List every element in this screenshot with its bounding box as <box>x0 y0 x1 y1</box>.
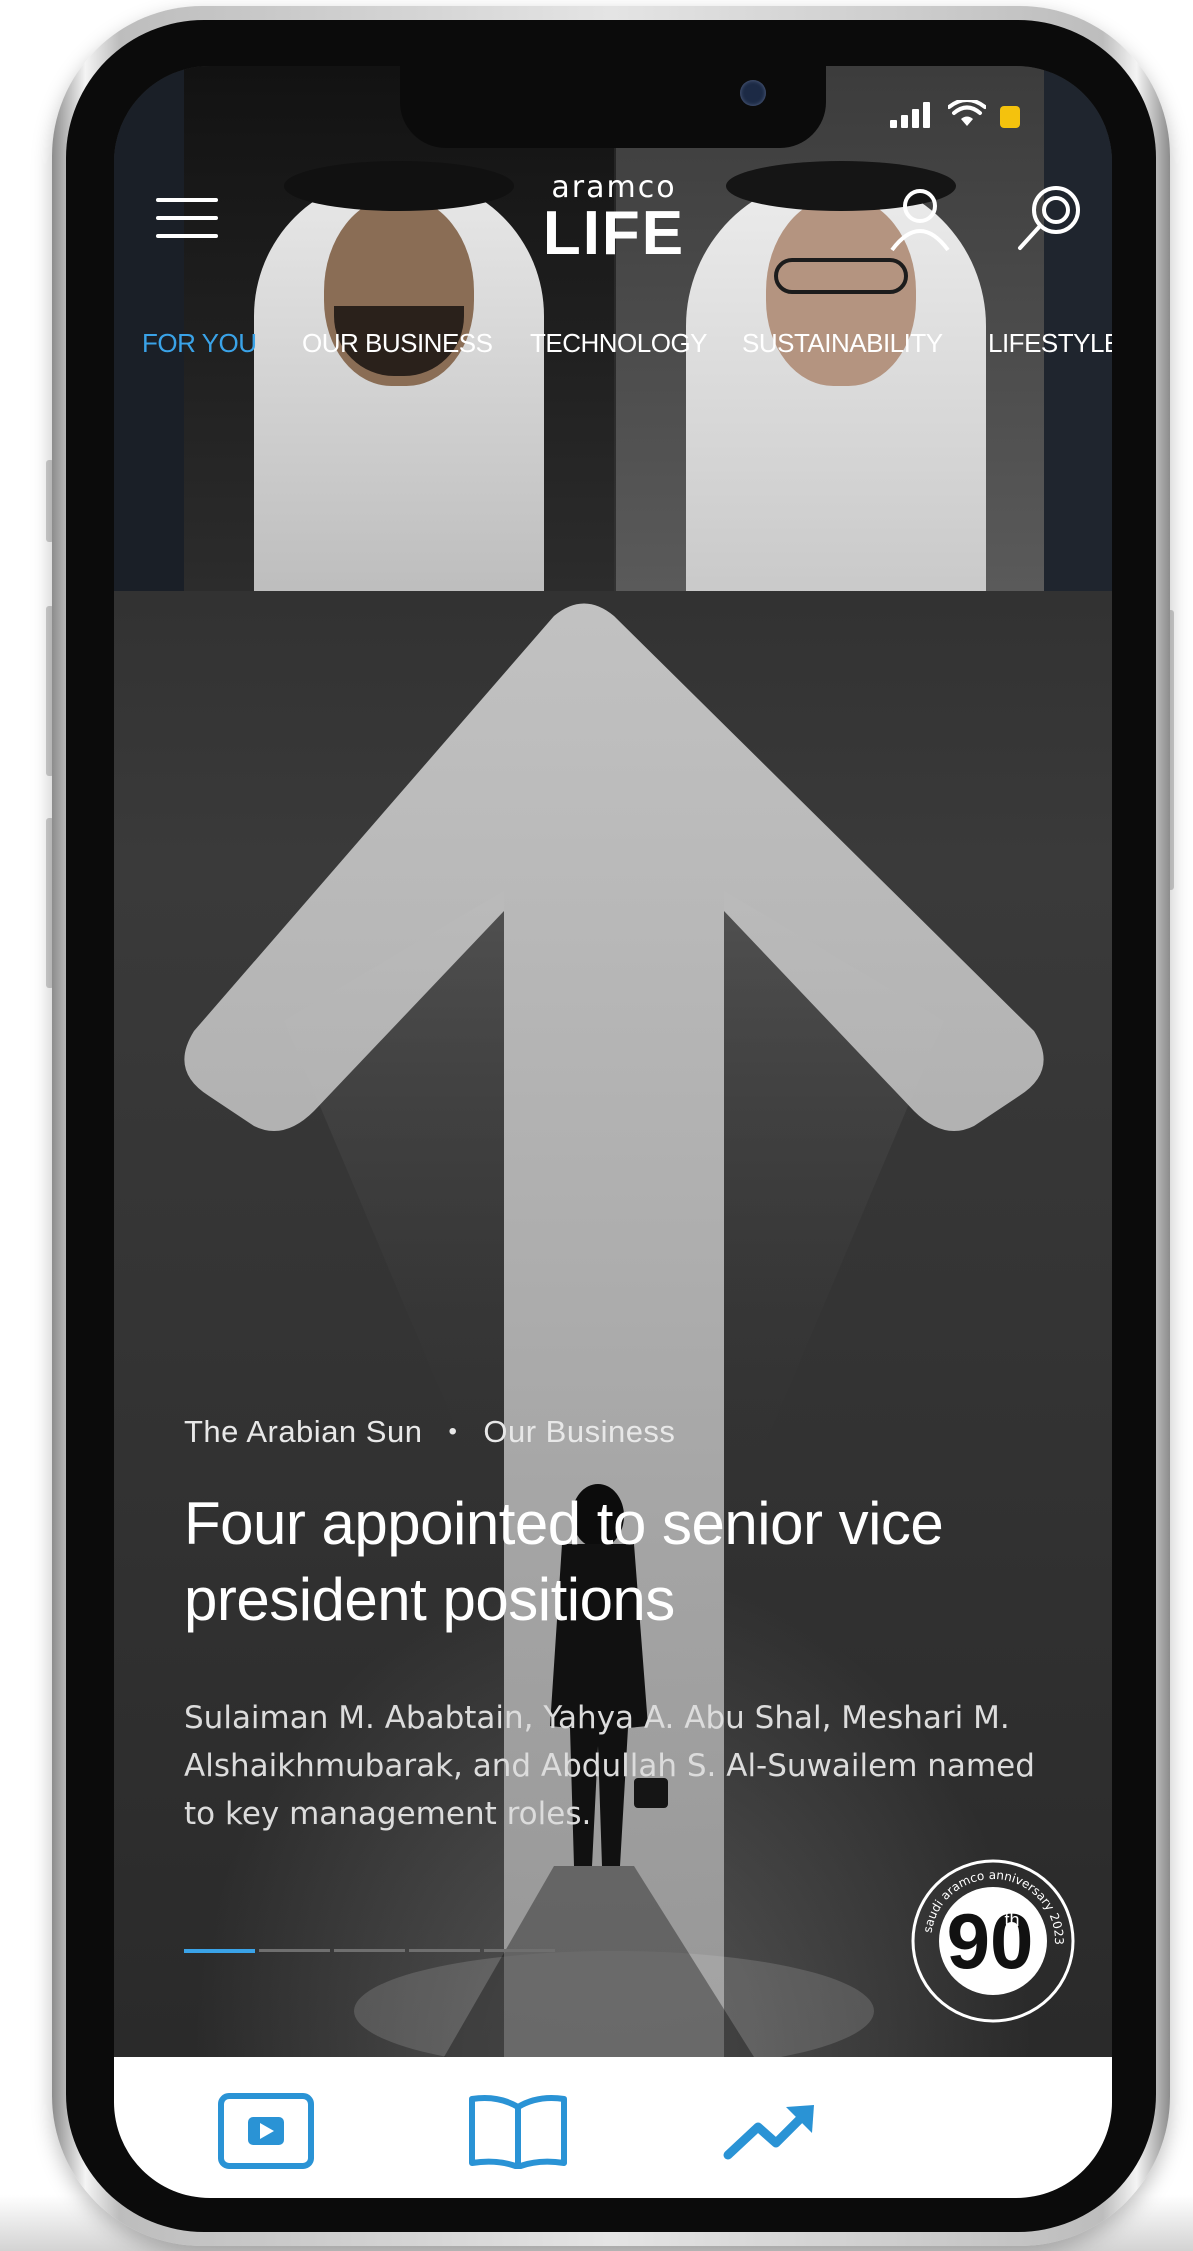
tab-technology[interactable]: TECHNOLOGY <box>530 328 708 359</box>
featured-article[interactable]: The Arabian Sun • Our Business Four appo… <box>184 1414 1064 1832</box>
wifi-icon <box>948 100 986 126</box>
app-screen: aramco LIFE FOR YOU OUR BUSINESS TECHNOL… <box>114 66 1112 2198</box>
battery-low-icon <box>1000 106 1020 128</box>
bottom-navigation <box>114 2057 1112 2198</box>
search-icon <box>1018 186 1080 250</box>
status-bar <box>890 100 1020 128</box>
anniversary-90th-logo: saudi aramco anniversary 2023 90 th <box>911 1859 1075 2023</box>
aramco-life-logo[interactable]: aramco LIFE <box>534 172 694 268</box>
profile-button[interactable] <box>884 182 956 254</box>
video-play-icon <box>218 2093 314 2169</box>
trending-up-icon <box>723 2105 814 2160</box>
hamburger-menu-button[interactable] <box>156 198 218 238</box>
carousel-indicator-2[interactable] <box>259 1949 330 1952</box>
hamburger-line <box>156 234 218 238</box>
meta-separator: • <box>448 1418 458 1445</box>
article-summary: Sulaiman M. Ababtain, Yahya A. Abu Shal,… <box>184 1700 1035 1832</box>
tab-lifestyle[interactable]: LIFESTYLE <box>988 328 1112 359</box>
tab-for-you[interactable]: FOR YOU <box>142 328 257 359</box>
carousel-indicator-4[interactable] <box>409 1949 480 1952</box>
badge-number: 90 <box>947 1897 1034 1985</box>
phone-notch <box>400 66 826 148</box>
anniversary-badge[interactable]: saudi aramco anniversary 2023 90 th <box>908 1856 1078 2026</box>
hamburger-menu-icon <box>156 198 218 202</box>
carousel-indicator-1[interactable] <box>184 1949 255 1953</box>
videos-nav-button[interactable] <box>218 2093 314 2173</box>
logo-main-text: LIFE <box>542 199 686 268</box>
user-profile-icon <box>890 189 950 252</box>
carousel-indicator-5[interactable] <box>484 1949 555 1952</box>
trending-nav-button[interactable] <box>722 2099 818 2167</box>
category-tabs: FOR YOU OUR BUSINESS TECHNOLOGY SUSTAINA… <box>114 318 1112 368</box>
magazine-nav-button[interactable] <box>468 2093 568 2173</box>
article-headline[interactable]: Four appointed to senior vice president … <box>184 1486 1044 1638</box>
hamburger-line <box>156 216 218 220</box>
front-camera <box>740 80 766 106</box>
carousel-indicator-3[interactable] <box>334 1949 405 1952</box>
open-book-icon <box>469 2095 567 2170</box>
article-meta: The Arabian Sun • Our Business <box>184 1414 1064 1450</box>
article-category[interactable]: Our Business <box>483 1414 675 1450</box>
signal-bars-icon <box>890 102 930 128</box>
tab-our-business[interactable]: OUR BUSINESS <box>302 328 493 359</box>
article-source: The Arabian Sun <box>184 1414 423 1449</box>
app-header: aramco LIFE <box>114 166 1112 286</box>
tab-sustainability[interactable]: SUSTAINABILITY <box>742 328 943 359</box>
search-button[interactable] <box>1014 182 1086 254</box>
carousel-pager <box>184 1949 555 1953</box>
badge-suffix: th <box>1004 1910 1019 1930</box>
